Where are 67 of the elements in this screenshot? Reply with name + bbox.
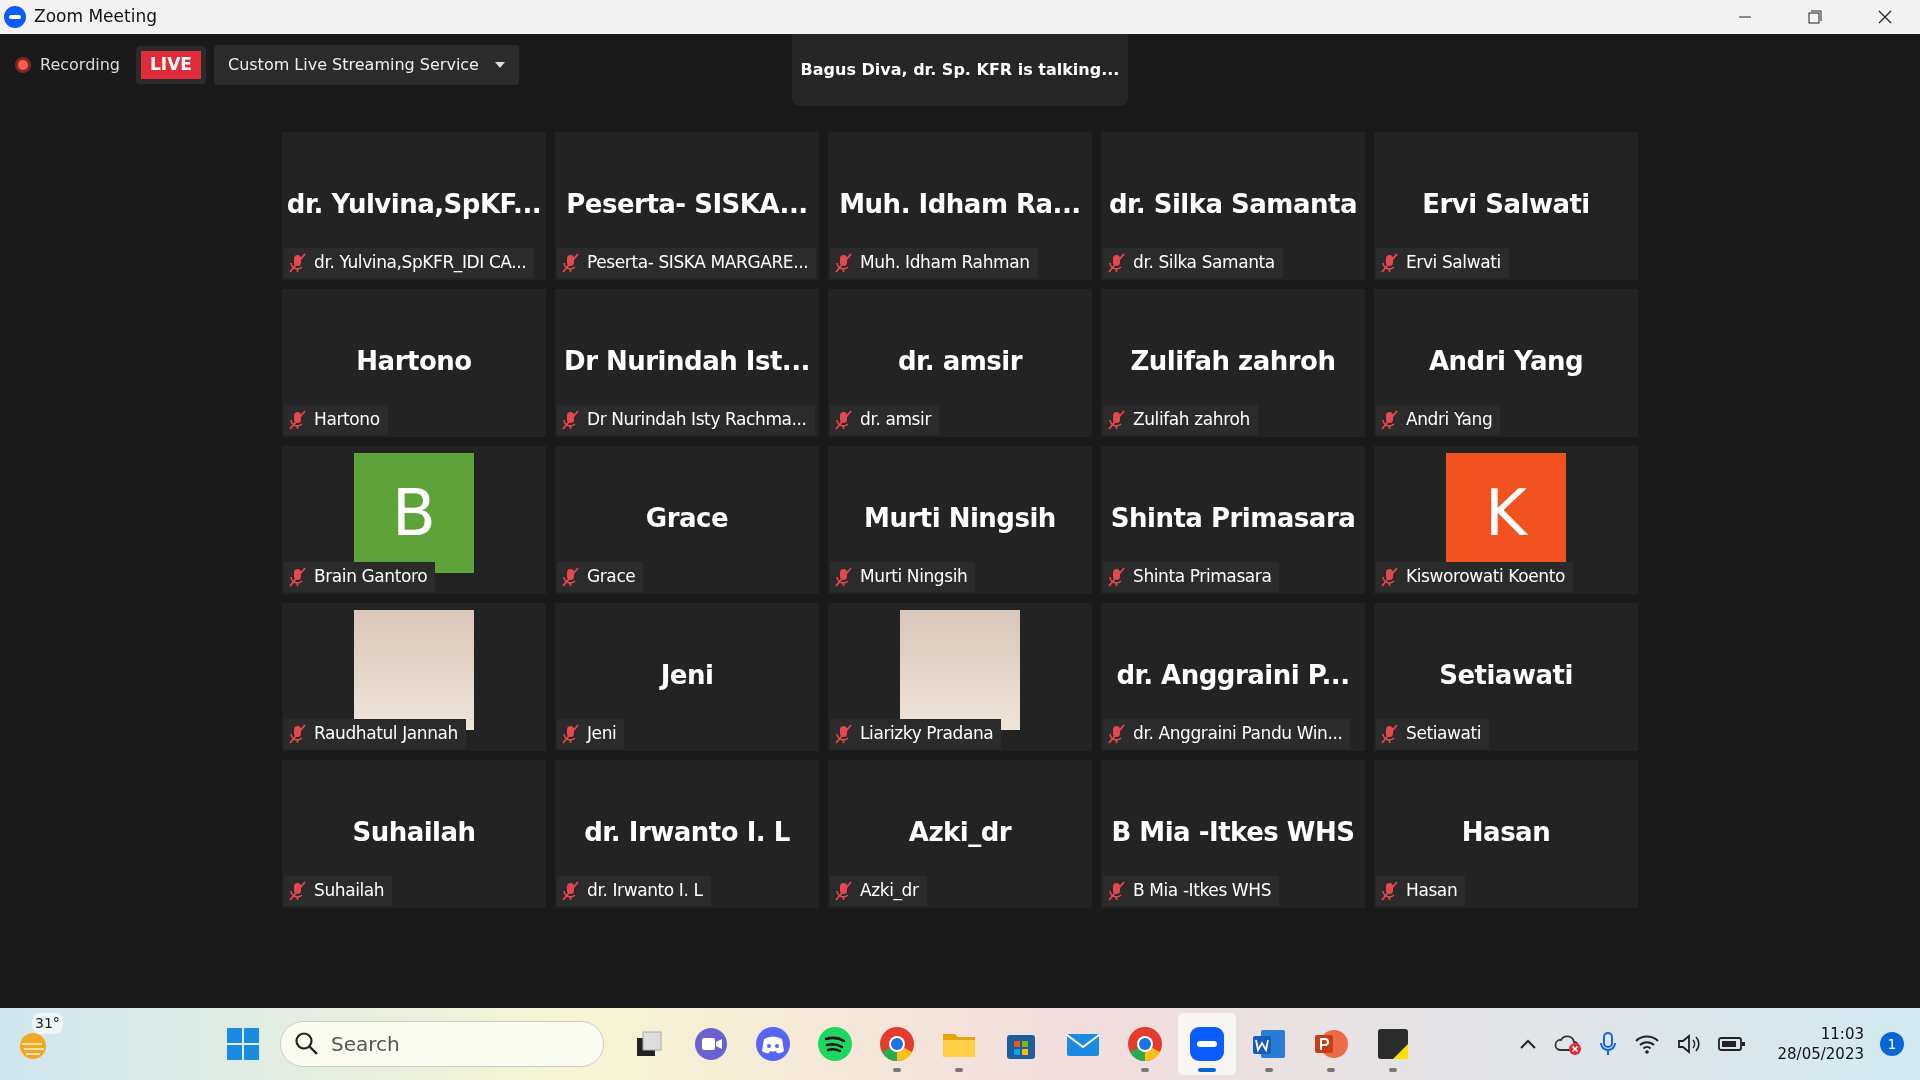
- participant-name: B Mia -Itkes WHS: [1111, 815, 1355, 849]
- participant-label: B Mia -Itkes WHS: [1133, 879, 1272, 903]
- temperature-label: 31°: [32, 1013, 63, 1034]
- participant-name: Murti Ningsih: [864, 501, 1056, 535]
- participant-label: Hartono: [314, 408, 380, 432]
- wifi-icon[interactable]: [1633, 1033, 1660, 1055]
- volume-icon[interactable]: [1675, 1033, 1702, 1055]
- participant-name: Peserta- SISKA...: [566, 187, 808, 221]
- window-title: Zoom Meeting: [34, 5, 157, 29]
- participant-label: Raudhatul Jannah: [314, 722, 458, 746]
- participant-label: Andri Yang: [1406, 408, 1493, 432]
- spotify-icon: [817, 1026, 853, 1062]
- participant-name: Ervi Salwati: [1422, 187, 1590, 221]
- participant-label: Suhailah: [314, 879, 385, 903]
- participant-name: Muh. Idham Ra...: [839, 187, 1081, 221]
- participant-label: Setiawati: [1406, 722, 1482, 746]
- participant-label: dr. amsir: [860, 408, 931, 432]
- participant-label: Liarizky Pradana: [860, 722, 994, 746]
- participant-label: Grace: [587, 565, 636, 589]
- participant-name: Setiawati: [1439, 658, 1573, 692]
- sticky-note-icon: [1375, 1026, 1411, 1062]
- participant-name: dr. amsir: [898, 344, 1022, 378]
- participant-name: Shinta Primasara: [1110, 501, 1356, 535]
- chrome-icon: [1127, 1026, 1163, 1062]
- participant-name: Grace: [645, 501, 729, 535]
- participant-name: dr. Yulvina,SpKF...: [286, 187, 542, 221]
- participant-label: Shinta Primasara: [1133, 565, 1272, 589]
- battery-icon[interactable]: [1717, 1035, 1746, 1053]
- participant-name: Azki_dr: [908, 815, 1012, 849]
- participant-label: Murti Ningsih: [860, 565, 968, 589]
- participant-label: dr. Silka Samanta: [1133, 251, 1275, 275]
- participant-label: Dr Nurindah Isty Rachma...: [587, 408, 807, 432]
- participant-label: dr. Irwanto I. L: [587, 879, 703, 903]
- participant-label: Jeni: [587, 722, 617, 746]
- notification-badge[interactable]: 1: [1880, 1032, 1904, 1056]
- participant-name: Hasan: [1461, 815, 1551, 849]
- participant-label: dr. Anggraini Pandu Win...: [1133, 722, 1343, 746]
- chrome-icon: [879, 1026, 915, 1062]
- recording-label: Recording: [40, 54, 121, 76]
- discord-icon: [755, 1026, 791, 1062]
- cloud-error-icon[interactable]: [1553, 1032, 1582, 1056]
- participant-label: Zulifah zahroh: [1133, 408, 1250, 432]
- clock-time[interactable]: 11:03: [1777, 1023, 1864, 1044]
- participant-name: Jeni: [660, 658, 714, 692]
- participant-label: dr. Yulvina,SpKFR_IDI CA...: [314, 251, 527, 275]
- participant-label: Peserta- SISKA MARGARE...: [587, 251, 809, 275]
- participant-name: Zulifah zahroh: [1130, 344, 1336, 378]
- talking-indicator: Bagus Diva, dr. Sp. KFR is talking...: [800, 59, 1120, 81]
- participant-label: Azki_dr: [860, 879, 919, 903]
- participant-name: Andri Yang: [1428, 344, 1584, 378]
- video-chat-icon: [693, 1026, 729, 1062]
- caret-icon: [494, 62, 505, 68]
- participant-label: Muh. Idham Rahman: [860, 251, 1030, 275]
- streaming-service-dropdown[interactable]: Custom Live Streaming Service: [213, 45, 519, 85]
- participant-name: Dr Nurindah Ist...: [564, 344, 810, 378]
- recording-dot-icon: [14, 56, 32, 74]
- participant-label: Ervi Salwati: [1406, 251, 1501, 275]
- participant-name: dr. Anggraini P...: [1116, 658, 1350, 692]
- live-badge: LIVE: [136, 46, 206, 84]
- participant-name: Hartono: [356, 344, 472, 378]
- clock-date[interactable]: 28/05/2023: [1777, 1044, 1864, 1065]
- participant-name: Suhailah: [352, 815, 476, 849]
- participant-name: dr. Irwanto I. L: [584, 815, 790, 849]
- search-field[interactable]: Search: [280, 1021, 604, 1067]
- microphone-icon[interactable]: [1597, 1031, 1618, 1057]
- participant-name: dr. Silka Samanta: [1109, 187, 1357, 221]
- participant-label: Hasan: [1406, 879, 1458, 903]
